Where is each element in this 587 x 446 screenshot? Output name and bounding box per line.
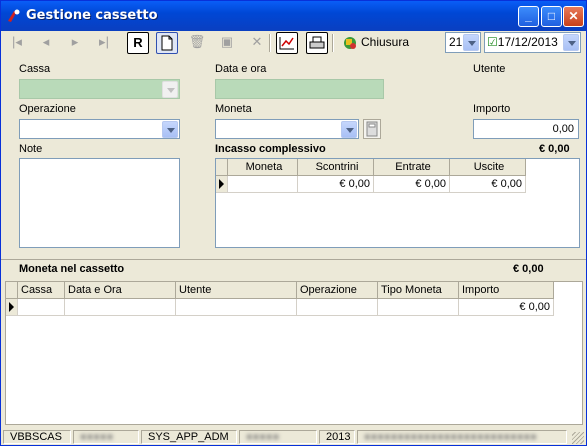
operazione-select[interactable]: [19, 119, 180, 139]
chiusura-cassa-icon: [344, 37, 356, 49]
table-cell[interactable]: [378, 299, 459, 316]
table-cell[interactable]: [297, 299, 378, 316]
status-redacted: ●●●●●●●●●●●●●●●●●●●●●●●●●●: [357, 430, 567, 444]
save-icon[interactable]: ▣: [216, 32, 238, 54]
col-header-operazione[interactable]: Operazione: [297, 282, 378, 299]
incasso-label: Incasso complessivo: [215, 143, 326, 155]
app-icon: [8, 9, 20, 22]
r-button[interactable]: R: [127, 32, 149, 54]
first-record-icon[interactable]: |◂: [6, 32, 28, 54]
col-header-utente[interactable]: Utente: [176, 282, 297, 299]
table-cell[interactable]: € 0,00: [374, 176, 450, 193]
prev-record-icon[interactable]: ◂: [35, 32, 57, 54]
minimize-button[interactable]: _: [518, 6, 539, 27]
col-header-scontrini[interactable]: Scontrini: [298, 159, 374, 176]
table-cell[interactable]: € 0,00: [459, 299, 554, 316]
note-textarea[interactable]: [19, 158, 180, 248]
chevron-down-icon[interactable]: [563, 34, 579, 51]
resize-grip[interactable]: [572, 432, 584, 444]
number-select[interactable]: 21: [445, 32, 481, 53]
cancel-icon[interactable]: ✕: [246, 32, 268, 54]
operazione-label: Operazione: [19, 103, 76, 115]
chart-icon[interactable]: [276, 32, 298, 54]
cassa-select[interactable]: [19, 79, 180, 99]
row-indicator[interactable]: [216, 176, 228, 193]
table-cell[interactable]: [18, 299, 65, 316]
importo-field[interactable]: 0,00: [473, 119, 579, 139]
chevron-down-icon: [162, 81, 178, 98]
cassa-label: Cassa: [19, 63, 51, 75]
cassetto-grid[interactable]: Cassa Data e Ora Utente Operazione Tipo …: [5, 281, 583, 425]
table-cell[interactable]: [176, 299, 297, 316]
note-label: Note: [19, 143, 43, 155]
table-cell[interactable]: [228, 176, 298, 193]
last-record-icon[interactable]: ▸|: [93, 32, 115, 54]
row-header-corner: [6, 282, 18, 299]
cassetto-label: Moneta nel cassetto: [19, 263, 125, 275]
cassetto-summary-bar: Moneta nel cassetto € 0,00: [1, 259, 586, 279]
table-cell[interactable]: € 0,00: [298, 176, 374, 193]
print-icon[interactable]: [306, 32, 328, 54]
col-header-importo[interactable]: Importo: [459, 282, 554, 299]
col-header-data-ora[interactable]: Data e Ora: [65, 282, 176, 299]
importo-value: 0,00: [552, 123, 574, 135]
row-header-corner: [216, 159, 228, 176]
moneta-label: Moneta: [215, 103, 252, 115]
calculator-icon[interactable]: [363, 119, 381, 139]
incasso-value: € 0,00: [539, 143, 570, 155]
status-user: SYS_APP_ADM: [141, 430, 237, 444]
status-bar: VBBSCAS ●●●●● SYS_APP_ADM ●●●●● 2013 ●●●…: [1, 428, 586, 445]
new-document-icon[interactable]: [156, 32, 178, 54]
number-select-value: 21: [449, 35, 463, 49]
status-year: 2013: [319, 430, 355, 444]
col-header-cassa[interactable]: Cassa: [18, 282, 65, 299]
toolbar-separator: [269, 34, 271, 52]
col-header-moneta[interactable]: Moneta: [228, 159, 298, 176]
chevron-down-icon[interactable]: [463, 34, 479, 51]
chevron-down-icon[interactable]: [341, 121, 357, 138]
toolbar-separator: [332, 34, 334, 52]
next-record-icon[interactable]: ▸: [64, 32, 86, 54]
chiusura-cassa-button[interactable]: Chiusura Cassa: [337, 32, 441, 69]
table-cell[interactable]: [65, 299, 176, 316]
status-redacted: ●●●●●: [239, 430, 317, 444]
status-redacted: ●●●●●: [73, 430, 139, 444]
col-header-uscite[interactable]: Uscite: [450, 159, 526, 176]
date-value: 17/12/2013: [497, 35, 558, 49]
window: Gestione cassetto _ □ ✕ |◂ ◂ ▸ ▸| R 🗑 ▣ …: [0, 0, 587, 446]
data-ora-field[interactable]: [215, 79, 384, 99]
data-ora-label: Data e ora: [215, 63, 267, 75]
utente-label: Utente: [473, 63, 506, 75]
date-checkbox[interactable]: ☑: [487, 35, 498, 49]
status-app: VBBSCAS: [3, 430, 71, 444]
maximize-button[interactable]: □: [541, 6, 562, 27]
col-header-entrate[interactable]: Entrate: [374, 159, 450, 176]
moneta-select[interactable]: [215, 119, 359, 139]
table-cell[interactable]: € 0,00: [450, 176, 526, 193]
incasso-grid[interactable]: Moneta Scontrini Entrate Uscite € 0,00 €…: [215, 158, 580, 248]
trash-icon[interactable]: 🗑: [186, 32, 208, 54]
importo-label: Importo: [473, 103, 511, 115]
close-button[interactable]: ✕: [563, 6, 584, 27]
date-picker[interactable]: ☑17/12/2013: [484, 32, 581, 53]
form-panel: Cassa Data e ora Utente Operazione Monet…: [1, 55, 586, 259]
chevron-down-icon[interactable]: [162, 121, 178, 138]
row-indicator[interactable]: [6, 299, 18, 316]
col-header-tipo-moneta[interactable]: Tipo Moneta: [378, 282, 459, 299]
window-title: Gestione cassetto: [26, 8, 158, 23]
cassetto-value: € 0,00: [513, 263, 544, 275]
title-bar[interactable]: Gestione cassetto _ □ ✕: [1, 1, 586, 31]
